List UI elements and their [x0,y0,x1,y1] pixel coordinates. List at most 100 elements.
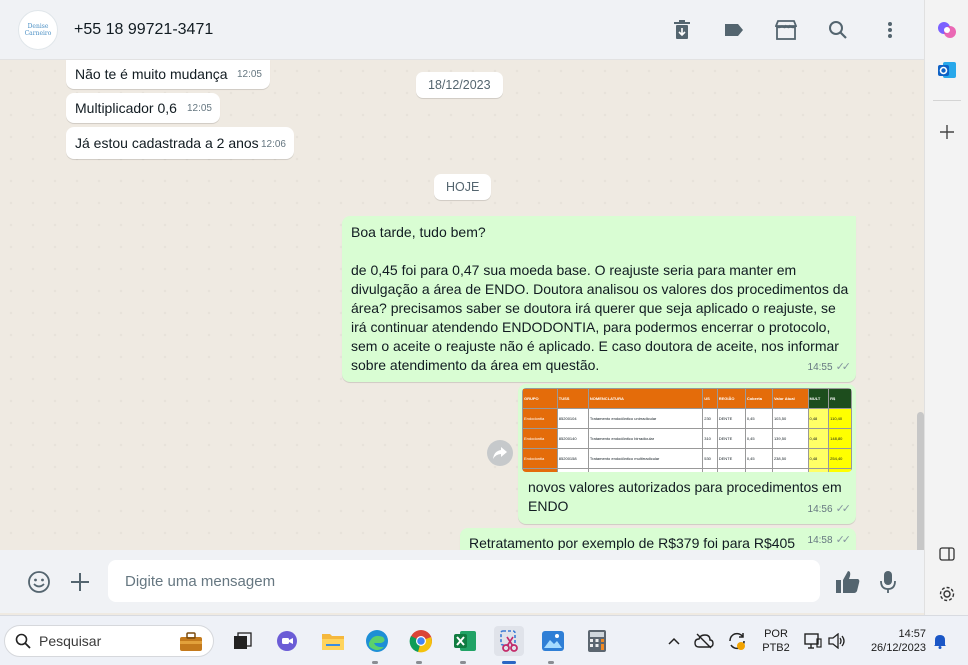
table-row: Endodontia 85200140 Tratamento endodôntico… [522,428,852,449]
attach-button[interactable] [67,569,93,595]
clock-time: 14:57 [898,628,926,640]
table-cell: 254,40 [828,448,852,469]
message-time: 12:05 [236,69,262,80]
voice-message-button[interactable] [875,569,901,595]
taskbar-teams[interactable] [272,626,302,656]
tray-device-status[interactable] [802,626,824,656]
tag-icon [725,24,743,36]
message-outgoing-image[interactable]: GRUPO TUSS NOMENCLATURA US REGIÃO Cobert… [518,384,856,524]
taskbar-chrome[interactable] [406,626,436,656]
table-cell: DENTE [716,468,746,472]
speaker-icon [828,633,845,649]
running-indicator [372,661,378,664]
snipping-tool-icon [500,630,518,652]
taskbar-edge[interactable] [362,626,392,656]
chrome-browser-icon [409,630,432,653]
column-header: NOMENCLATURA [587,388,704,409]
table-row: Endodontia 85200158 Tratamento endodôntico… [522,448,852,469]
more-vertical-icon [888,22,892,38]
input-language[interactable]: POR PTB2 [758,627,794,655]
tray-cloud-status[interactable] [692,626,716,656]
taskbar-file-explorer[interactable] [318,626,348,656]
search-chat-button[interactable] [826,18,850,42]
message-input[interactable] [108,560,820,602]
column-header: TUSS [556,388,589,409]
like-button[interactable] [835,569,861,595]
chat-scrollbar[interactable] [917,412,924,550]
column-header: GRUPO [522,388,558,409]
table-cell: 148,80 [828,428,852,449]
rail-divider [933,100,961,101]
store-button[interactable] [774,18,798,42]
table-cell: 85200140 [556,428,589,449]
bell-icon [934,635,946,649]
taskbar-snipping-tool[interactable] [494,626,524,656]
taskbar-excel[interactable] [450,626,480,656]
clock-date: 26/12/2023 [870,642,926,654]
composer-bar [0,550,924,613]
emoji-icon [28,571,50,593]
column-header: Valor Atual [771,388,809,409]
message-incoming-3[interactable]: Já estou cadastrada a 2 anos 12:06 [66,127,294,159]
chat-header: Denise Carneiro +55 18 99721-3471 [0,0,924,60]
language-code: POR [764,628,788,640]
label-button[interactable] [722,18,746,42]
table-cell: 530 [702,448,718,469]
tray-volume[interactable] [826,626,848,656]
chat-app-icon [277,631,297,651]
procedures-table: GRUPO TUSS NOMENCLATURA US REGIÃO Cobert… [522,388,852,472]
contact-name[interactable]: +55 18 99721-3471 [74,21,213,39]
message-incoming-2[interactable]: Multiplicador 0,6 12:05 [66,93,220,123]
table-cell: 0,45 [744,448,773,469]
message-outgoing-1[interactable]: Boa tarde, tudo bem? de 0,45 foi para 0,… [342,216,856,382]
briefcase-icon [180,632,202,651]
taskbar-task-view[interactable] [228,626,258,656]
thumbs-up-icon [836,571,860,593]
message-incoming-1[interactable]: Não te é muito mudança 12:05 [66,60,270,89]
taskbar-calculator[interactable] [582,626,612,656]
archive-button[interactable] [670,18,694,42]
taskbar-search[interactable]: Pesquisar [4,625,214,657]
sidebar-settings-button[interactable] [935,582,959,606]
message-list[interactable]: Não te é muito mudança 12:05 18/12/2023 … [0,60,924,550]
tray-overflow-button[interactable] [664,626,684,656]
search-label: Pesquisar [39,633,102,649]
menu-button[interactable] [878,18,902,42]
keyboard-layout: PTB2 [762,642,790,654]
search-icon [15,633,31,649]
avatar-logo-text: Denise Carneiro [24,22,52,37]
taskbar-clock[interactable]: 14:57 26/12/2023 [858,627,926,655]
image-attachment[interactable]: GRUPO TUSS NOMENCLATURA US REGIÃO Cobert… [522,388,852,472]
copilot-icon [938,22,956,38]
message-outgoing-3[interactable]: Retratamento por exemplo de R$379 foi pa… [460,528,856,550]
running-indicator [460,661,466,664]
forward-icon [493,447,507,459]
table-cell: Endodontia [522,448,558,469]
cloud-offline-icon [694,633,714,649]
table-cell: Tratamento endodôntico birradicular [587,428,704,449]
table-cell: 395 [702,468,718,472]
table-cell: 0,45 [744,408,773,429]
column-header: REGIÃO [716,388,746,409]
outlook-button[interactable] [935,58,959,82]
taskbar-photos[interactable] [538,626,568,656]
table-cell: DENTE [716,428,746,449]
tray-update-status[interactable] [724,626,750,656]
copilot-button[interactable] [935,18,959,42]
calculator-icon [588,630,606,652]
table-row: Endodontia85200115Retratamento endodônti… [522,468,852,472]
panel-icon [939,547,955,561]
table-cell: 177,75 [771,468,809,472]
add-sidebar-app-button[interactable] [935,120,959,144]
sync-warning-icon [729,632,745,650]
table-cell: Endodontia [522,408,558,429]
emoji-button[interactable] [26,569,52,595]
message-text: Retratamento por exemplo de R$379 foi pa… [469,535,796,550]
forward-button[interactable] [487,440,513,466]
column-header: MULT [807,388,830,409]
avatar[interactable]: Denise Carneiro [18,9,58,50]
table-cell: 139,50 [771,428,809,449]
notifications-button[interactable] [930,626,950,656]
message-time: 12:05 [186,103,212,114]
sidebar-toggle-button[interactable] [935,542,959,566]
